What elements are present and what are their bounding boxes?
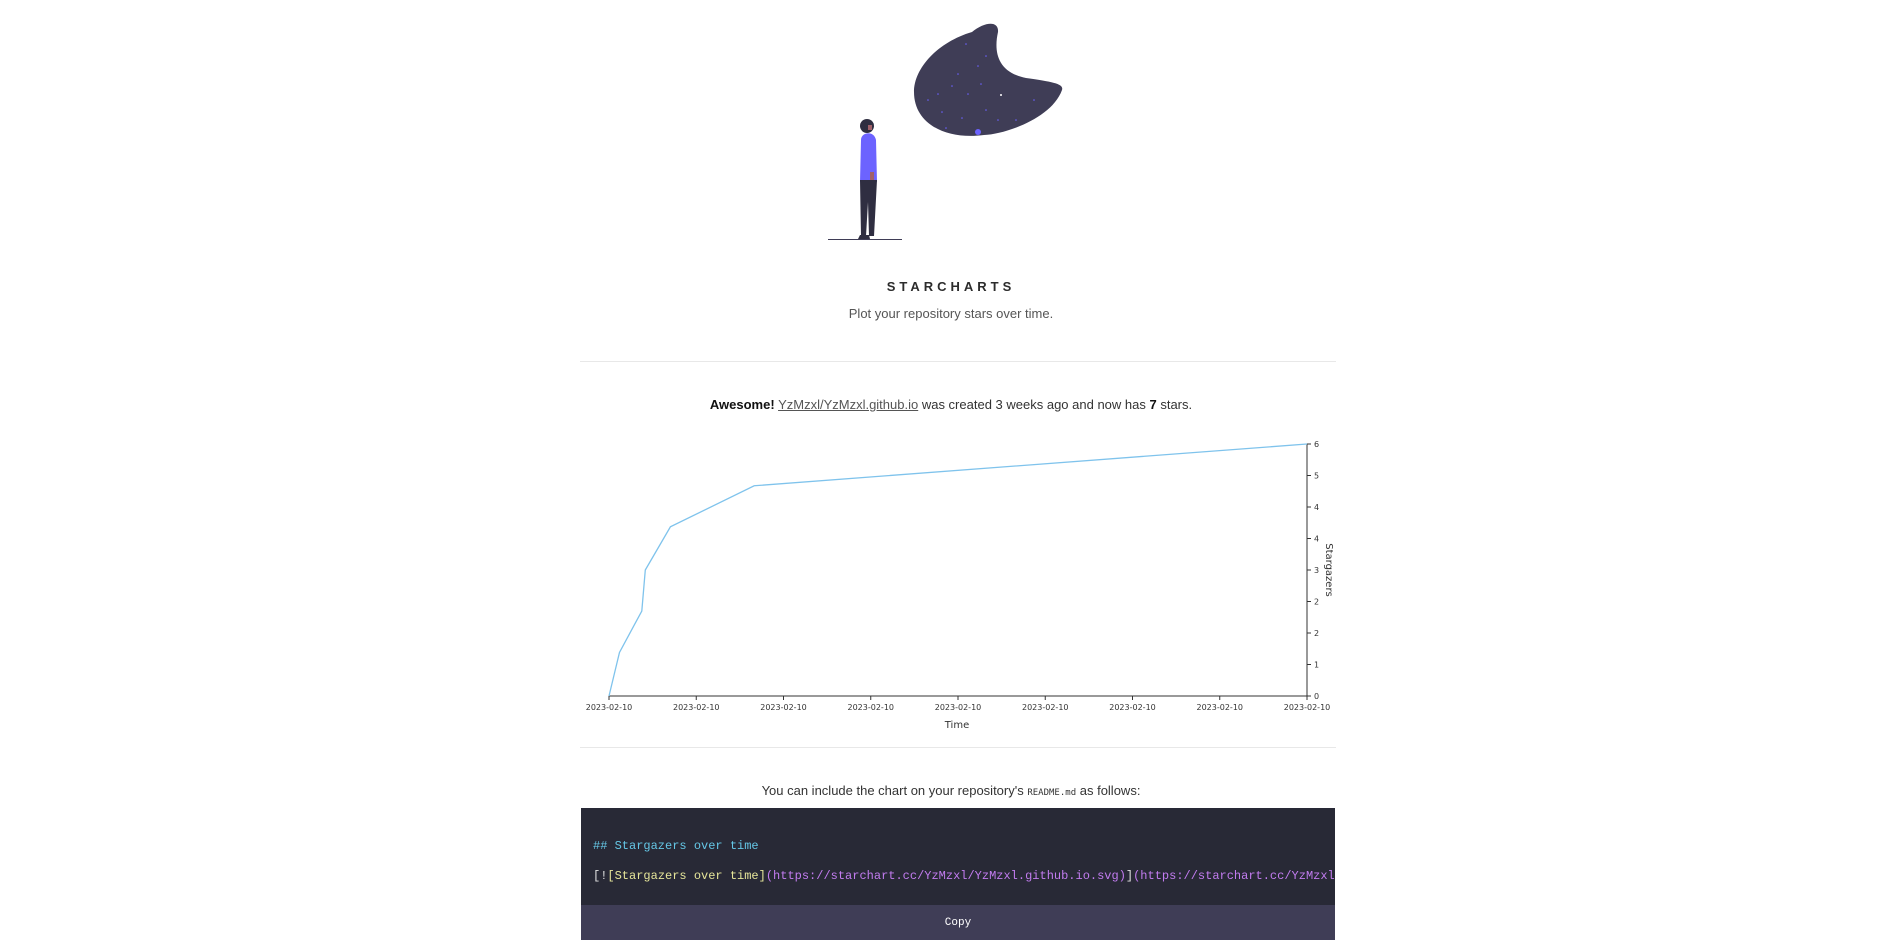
code-bracket-open: [! (593, 869, 608, 883)
summary-suffix: stars. (1156, 397, 1193, 412)
chart-svg: 012234456 2023-02-10 2023-02-10 2023-02-10… (586, 440, 1334, 731)
y-tick-label: 4 (1314, 503, 1319, 512)
embed-code-block[interactable]: ## Stargazers over time [![Stargazers ov… (581, 808, 1335, 905)
divider (580, 747, 1336, 748)
divider (580, 361, 1336, 362)
y-tick-label: 3 (1314, 566, 1319, 575)
embed-instructions: You can include the chart on your reposi… (0, 783, 1902, 798)
y-tick-label: 6 (1314, 440, 1319, 449)
x-tick-label: 2023-02-10 (848, 703, 895, 712)
x-tick-label: 2023-02-10 (673, 703, 720, 712)
x-tick-label: 2023-02-10 (1284, 703, 1331, 712)
repo-summary: Awesome! YzMzxl/YzMzxl.github.io was cre… (0, 397, 1902, 412)
y-tick-label: 2 (1314, 598, 1319, 607)
tagline: Plot your repository stars over time. (848, 306, 1054, 321)
y-tick-label: 2 (1314, 629, 1319, 638)
embed-prefix: You can include the chart on your reposi… (761, 783, 1028, 798)
readme-filename: README.md (1027, 788, 1077, 798)
stargazers-line (608, 443, 1308, 697)
x-axis: 2023-02-10 2023-02-10 2023-02-10 2023-02-10… (586, 695, 1331, 712)
y-tick-label: 0 (1314, 692, 1319, 701)
x-tick-label: 2023-02-10 (1197, 703, 1244, 712)
y-axis: 0 1 2 2 3 4 4 5 6 (1306, 440, 1319, 701)
copy-button[interactable]: Copy (581, 905, 1335, 940)
code-link-url: (https://starchart.cc/YzMzxl/YzMzxl.gith… (1133, 869, 1335, 883)
summary-prefix: Awesome! (709, 397, 775, 412)
y-tick-label: 1 (1314, 661, 1319, 670)
x-tick-label: 2023-02-10 (1022, 703, 1069, 712)
y-tick-label: 5 (1314, 472, 1319, 481)
y-axis-label: Stargazers (1323, 543, 1334, 597)
stargazers-chart: 012234456 2023-02-10 2023-02-10 2023-02-10… (580, 436, 1336, 736)
embed-suffix: as follows: (1076, 783, 1141, 798)
code-markdown-line: [![Stargazers over time](https://starcha… (593, 869, 1335, 883)
y-tick-label: 4 (1314, 535, 1319, 544)
x-axis-label: Time (944, 720, 969, 731)
chart-series (608, 443, 1308, 697)
brand-title: STARCHARTS (886, 279, 1016, 294)
page: STARCHARTS Plot your repository stars ov… (0, 0, 1902, 951)
x-tick-label: 2023-02-10 (760, 703, 807, 712)
summary-middle: was created 3 weeks ago and now has (918, 397, 1150, 412)
x-tick-label: 2023-02-10 (935, 703, 982, 712)
code-alt-text: [Stargazers over time] (607, 869, 766, 883)
repo-link[interactable]: YzMzxl/YzMzxl.github.io (778, 397, 918, 412)
x-tick-label: 2023-02-10 (1109, 703, 1156, 712)
code-image-url: (https://starchart.cc/YzMzxl/YzMzxl.gith… (765, 869, 1126, 883)
x-tick-label: 2023-02-10 (586, 703, 633, 712)
star-count: 7 (1149, 397, 1157, 412)
code-heading-line: ## Stargazers over time (593, 839, 759, 853)
stargazer-illustration (828, 23, 1063, 240)
